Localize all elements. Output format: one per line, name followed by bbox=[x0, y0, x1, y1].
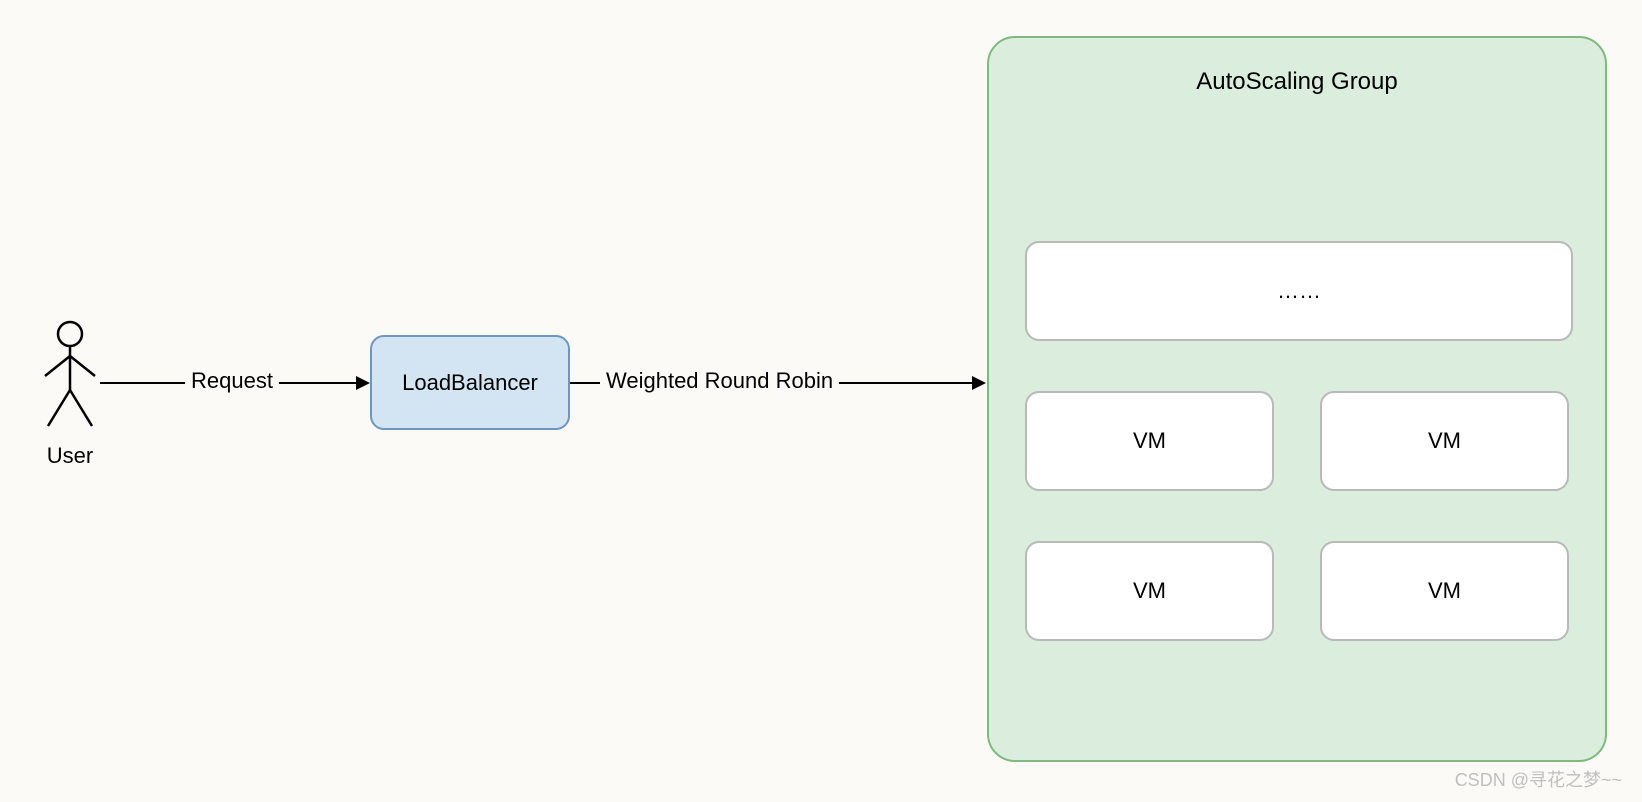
vm-row-2: VM VM bbox=[1025, 541, 1569, 641]
user-icon bbox=[40, 320, 100, 430]
arrow-wrr-label: Weighted Round Robin bbox=[600, 368, 839, 394]
vm-box: VM bbox=[1320, 541, 1569, 641]
watermark-text: CSDN @寻花之梦~~ bbox=[1455, 766, 1622, 792]
vm-row-1: VM VM bbox=[1025, 391, 1569, 491]
architecture-diagram: User Request LoadBalancer Weighted Round… bbox=[0, 0, 1642, 802]
arrow-request-label: Request bbox=[185, 368, 279, 394]
user-actor: User bbox=[35, 320, 105, 469]
arrow-wrr-head bbox=[972, 376, 986, 390]
vm-label: VM bbox=[1133, 578, 1166, 604]
loadbalancer-label: LoadBalancer bbox=[402, 370, 538, 396]
autoscaling-group-title: AutoScaling Group bbox=[1025, 68, 1569, 96]
placeholder-box: …… bbox=[1025, 241, 1573, 341]
placeholder-label: …… bbox=[1277, 278, 1321, 304]
vm-label: VM bbox=[1133, 428, 1166, 454]
vm-box: VM bbox=[1025, 391, 1274, 491]
vm-label: VM bbox=[1428, 428, 1461, 454]
autoscaling-group-container: AutoScaling Group …… VM VM VM VM bbox=[987, 36, 1607, 762]
vm-label: VM bbox=[1428, 578, 1461, 604]
vm-box: VM bbox=[1025, 541, 1274, 641]
loadbalancer-node: LoadBalancer bbox=[370, 335, 570, 430]
user-label: User bbox=[35, 443, 105, 469]
vm-box: VM bbox=[1320, 391, 1569, 491]
arrow-request-head bbox=[356, 376, 370, 390]
